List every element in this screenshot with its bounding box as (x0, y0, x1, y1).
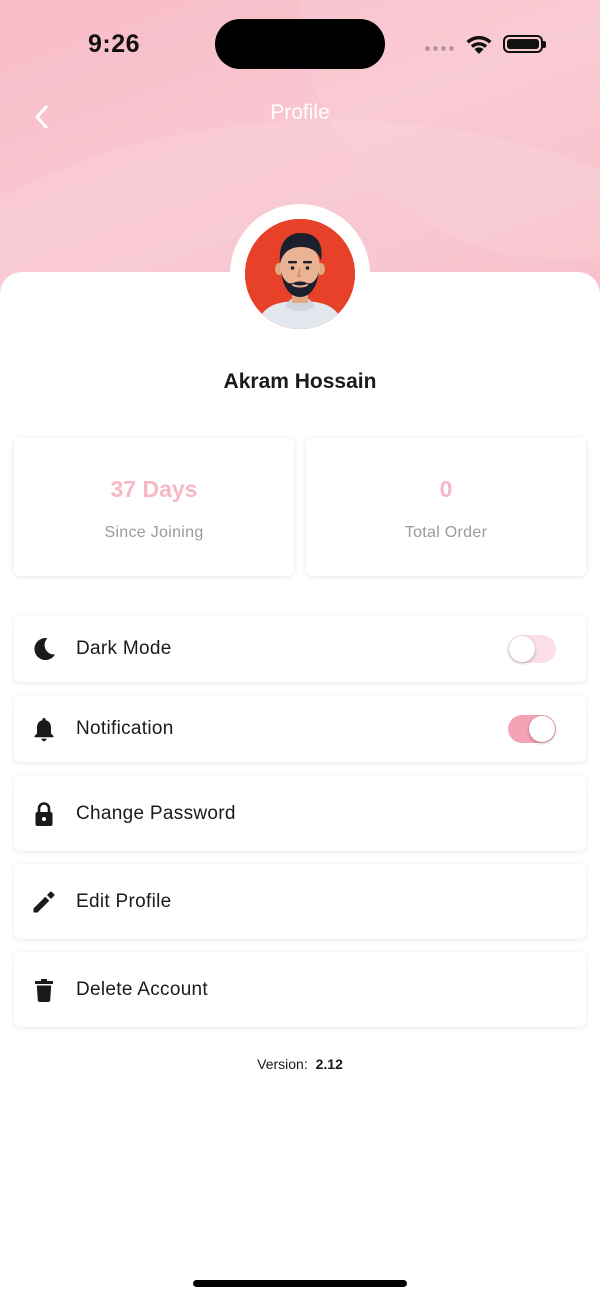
page-title: Profile (270, 101, 330, 124)
edit-profile-label: Edit Profile (76, 890, 172, 912)
trash-icon (30, 976, 58, 1004)
stat-value-days: 37 Days (110, 476, 198, 502)
stat-card-joining: 37 Days Since Joining (14, 438, 294, 576)
delete-account-label: Delete Account (76, 978, 209, 1000)
home-indicator[interactable] (193, 1280, 407, 1287)
moon-icon (30, 635, 58, 663)
status-bar: 9:26 (0, 0, 600, 90)
menu-item-notification: Notification (14, 696, 586, 762)
user-name: Akram Hossain (223, 370, 377, 393)
notification-toggle[interactable] (508, 715, 556, 743)
app-version: Version: 2.12 (0, 1056, 600, 1072)
user-avatar-icon (245, 219, 355, 329)
stat-card-orders: 0 Total Order (306, 438, 586, 576)
stat-label-joining: Since Joining (104, 524, 204, 541)
notification-label: Notification (76, 718, 174, 739)
stat-label-orders: Total Order (404, 524, 488, 541)
version-label: Version: (257, 1056, 308, 1072)
pencil-icon (30, 888, 58, 916)
battery-icon (503, 35, 546, 53)
menu-item-change-password[interactable]: Change Password (14, 776, 586, 851)
menu-item-delete-account[interactable]: Delete Account (14, 952, 586, 1027)
change-password-label: Change Password (76, 802, 236, 824)
menu-item-dark-mode: Dark Mode (14, 616, 586, 682)
status-time: 9:26 (88, 30, 141, 58)
dark-mode-label: Dark Mode (76, 638, 172, 659)
cellular-signal-icon (425, 46, 454, 51)
bell-icon (30, 715, 58, 743)
wifi-icon (466, 35, 492, 54)
menu-item-edit-profile[interactable]: Edit Profile (14, 864, 586, 939)
stat-value-orders: 0 (439, 476, 453, 502)
avatar[interactable] (245, 219, 355, 329)
dark-mode-toggle[interactable] (508, 635, 556, 663)
version-number: 2.12 (315, 1056, 343, 1072)
lock-icon (30, 800, 58, 828)
dynamic-island (215, 19, 385, 69)
